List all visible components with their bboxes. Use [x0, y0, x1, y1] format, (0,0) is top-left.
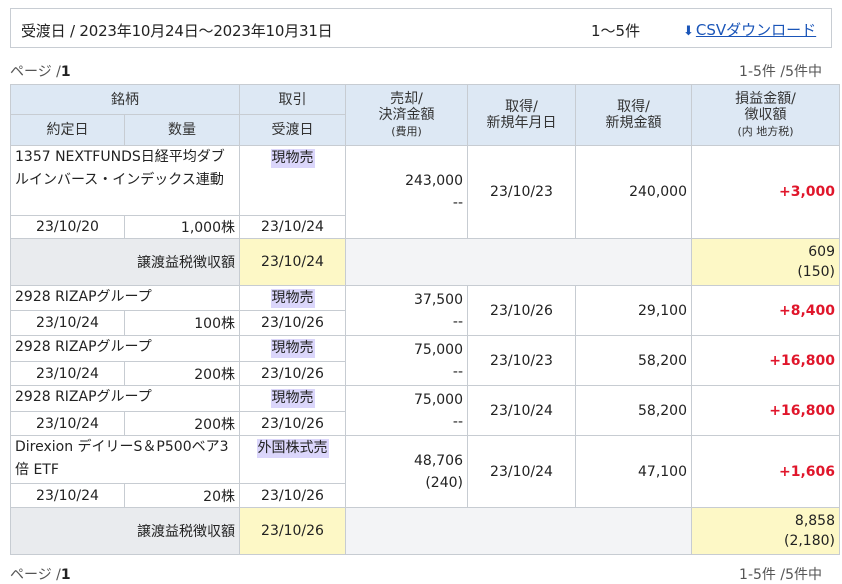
settle-date: 23/10/26: [239, 483, 346, 508]
table-row: 2928 RIZAPグループ 現物売 37,500 -- 23/10/26 29,…: [10, 285, 840, 336]
acq-date: 23/10/24: [467, 385, 576, 436]
pager-current[interactable]: 1: [61, 64, 71, 80]
acq-date: 23/10/23: [467, 335, 576, 386]
pager-bottom-count: 1-5件 /5件中: [739, 567, 822, 583]
acq-date: 23/10/23: [467, 145, 576, 239]
tax-amount: 8,858 (2,180): [691, 507, 840, 555]
col-meigara: 銘柄: [10, 84, 240, 115]
col-acq-amount: 取得/新規金額: [575, 84, 692, 146]
col-torihiki: 取引: [239, 84, 346, 115]
download-arrow-icon: ⬇: [683, 24, 694, 39]
tax-row: 譲渡益税徴収額 23/10/26 8,858 (2,180): [10, 507, 840, 555]
trade-type: 外国株式売: [256, 439, 329, 458]
pager-bottom: ページ /1: [10, 564, 71, 584]
col-settle-date: 受渡日: [239, 114, 346, 146]
trade-date: 23/10/24: [10, 310, 125, 336]
pager-top: ページ /1: [10, 61, 71, 81]
col-trade-date: 約定日: [10, 114, 125, 146]
sell-amount: 48,706 (240): [345, 435, 468, 508]
tax-amount: 609 (150): [691, 238, 840, 286]
trade-type: 現物売: [270, 149, 315, 168]
sell-amount: 37,500 --: [345, 285, 468, 336]
trade-date: 23/10/24: [10, 361, 125, 386]
trade-date: 23/10/24: [10, 411, 125, 436]
acq-amount: 58,200: [575, 385, 692, 436]
col-pl: 損益金額/徴収額 (内 地方税): [691, 84, 840, 146]
table-row: 2928 RIZAPグループ 現物売 75,000 -- 23/10/24 58,…: [10, 385, 840, 436]
acq-amount: 47,100: [575, 435, 692, 508]
stock-name[interactable]: 1357 NEXTFUNDS日経平均ダブルインバース・インデックス連動: [10, 145, 240, 216]
table-row: 1357 NEXTFUNDS日経平均ダブルインバース・インデックス連動 現物売 …: [10, 145, 840, 239]
col-qty: 数量: [124, 114, 240, 146]
pl-amount: +3,000: [691, 145, 840, 239]
qty: 20株: [124, 483, 240, 508]
pl-amount: +16,800: [691, 335, 840, 386]
table-row: 2928 RIZAPグループ 現物売 75,000 -- 23/10/23 58,…: [10, 335, 840, 386]
trade-type: 現物売: [270, 339, 315, 358]
settle-date: 23/10/26: [239, 361, 346, 386]
sell-amount: 75,000 --: [345, 335, 468, 386]
table-row: Direxion デイリーS＆P500ベア3倍 ETF 外国株式売 48,706…: [10, 435, 840, 508]
result-count: 1〜5件: [591, 22, 641, 40]
tax-date: 23/10/24: [239, 238, 346, 286]
tax-date: 23/10/26: [239, 507, 346, 555]
acq-amount: 29,100: [575, 285, 692, 336]
period-bar: 受渡日 / 2023年10月24日〜2023年10月31日 1〜5件 ⬇ CSVダ…: [10, 8, 832, 48]
qty: 200株: [124, 411, 240, 436]
qty: 200株: [124, 361, 240, 386]
sell-amount: 75,000 --: [345, 385, 468, 436]
stock-name[interactable]: 2928 RIZAPグループ: [10, 285, 240, 311]
pager-label: ページ /: [10, 64, 61, 80]
acq-amount: 58,200: [575, 335, 692, 386]
col-sell-amount: 売却/決済金額 (費用): [345, 84, 468, 146]
qty: 100株: [124, 310, 240, 336]
col-acq-date: 取得/新規年月日: [467, 84, 576, 146]
stock-name[interactable]: 2928 RIZAPグループ: [10, 335, 240, 362]
tax-row: 譲渡益税徴収額 23/10/24 609 (150): [10, 238, 840, 286]
period-range: 受渡日 / 2023年10月24日〜2023年10月31日: [21, 22, 333, 40]
stock-name[interactable]: Direxion デイリーS＆P500ベア3倍 ETF: [10, 435, 240, 484]
realized-pl-table: 銘柄 取引 売却/決済金額 (費用) 取得/新規年月日 取得/新規金額 損益金額/…: [10, 84, 840, 555]
tax-label: 譲渡益税徴収額: [10, 507, 240, 555]
settle-date: 23/10/26: [239, 310, 346, 336]
pager-label: ページ /: [10, 567, 61, 583]
acq-amount: 240,000: [575, 145, 692, 239]
csv-download-label: CSVダウンロード: [695, 21, 817, 39]
acq-date: 23/10/26: [467, 285, 576, 336]
trade-type: 現物売: [270, 389, 315, 408]
csv-download-link[interactable]: ⬇ CSVダウンロード: [683, 19, 816, 40]
pl-amount: +16,800: [691, 385, 840, 436]
pager-top-count: 1-5件 /5件中: [739, 64, 822, 80]
pager-current[interactable]: 1: [61, 567, 71, 583]
acq-date: 23/10/24: [467, 435, 576, 508]
tax-label: 譲渡益税徴収額: [10, 238, 240, 286]
trade-date: 23/10/20: [10, 215, 125, 239]
trade-type: 現物売: [270, 289, 315, 308]
sell-amount: 243,000 --: [345, 145, 468, 239]
settle-date: 23/10/24: [239, 215, 346, 239]
pl-amount: +1,606: [691, 435, 840, 508]
pl-amount: +8,400: [691, 285, 840, 336]
stock-name[interactable]: 2928 RIZAPグループ: [10, 385, 240, 412]
trade-date: 23/10/24: [10, 483, 125, 508]
qty: 1,000株: [124, 215, 240, 239]
settle-date: 23/10/26: [239, 411, 346, 436]
